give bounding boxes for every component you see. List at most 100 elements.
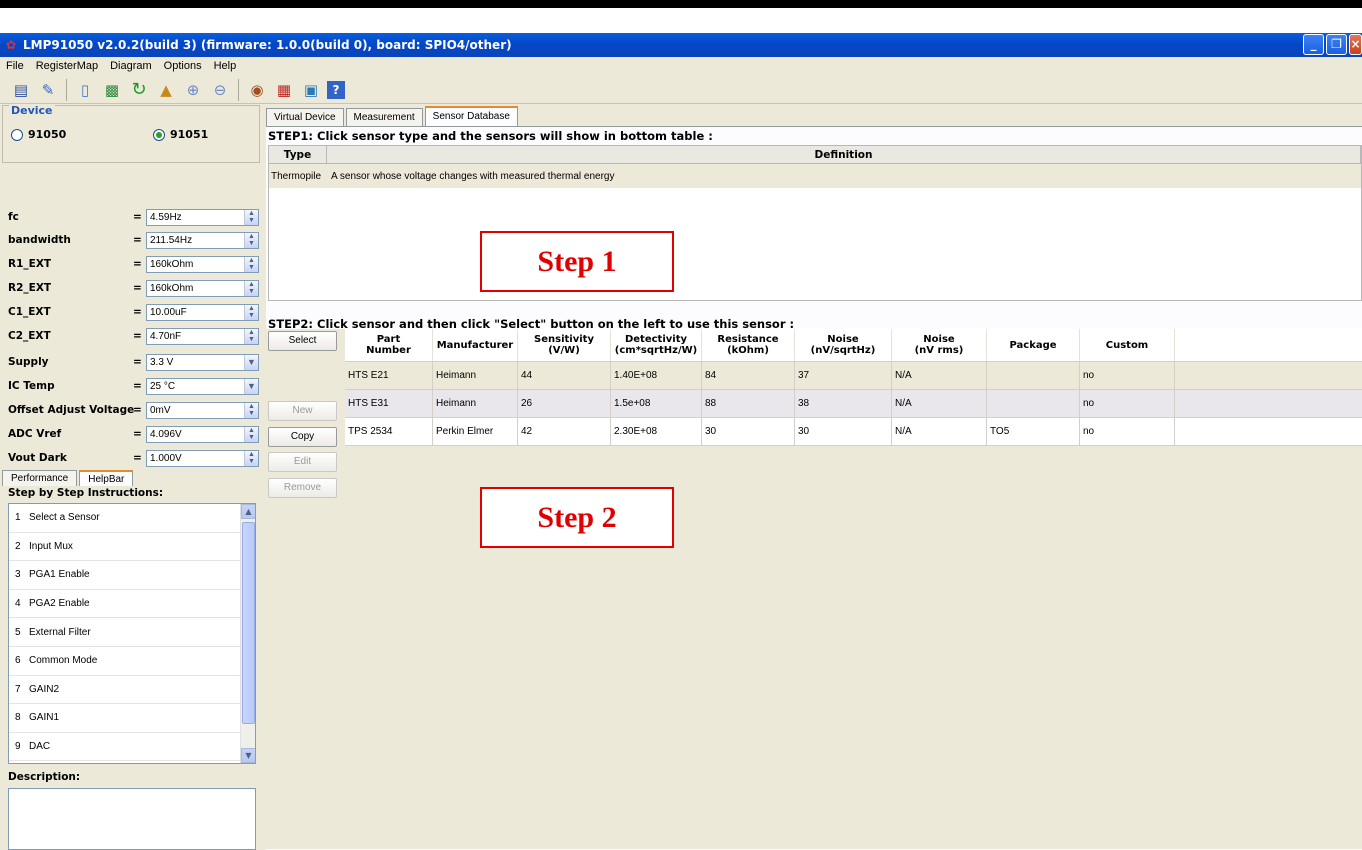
menu-options[interactable]: Options xyxy=(164,60,202,72)
col-noise-rms[interactable]: Noise (nV rms) xyxy=(892,329,987,361)
table-row[interactable]: HTS E31 Heimann 26 1.5e+08 88 38 N/A no xyxy=(345,390,1362,418)
item-number: 6 xyxy=(15,655,21,667)
zoom-out-icon[interactable]: ⊖ xyxy=(209,79,231,101)
param-row-r1-ext: R1_EXT = 160kOhm ▲ ▼ xyxy=(8,253,259,275)
param-field[interactable]: 211.54Hz ▲ ▼ xyxy=(146,231,259,249)
refresh-icon[interactable]: ↻ xyxy=(128,79,150,101)
tab-measurement[interactable]: Measurement xyxy=(345,108,423,126)
restore-icon[interactable]: ❐ xyxy=(1326,34,1347,55)
col-definition[interactable]: Definition xyxy=(327,146,1361,163)
param-value: 211.54Hz xyxy=(150,234,193,246)
chevron-down-icon[interactable]: ▼ xyxy=(244,378,258,394)
list-item[interactable]: 8 GAIN1 xyxy=(9,704,255,733)
list-item[interactable]: 7 GAIN2 xyxy=(9,676,255,705)
scroll-down-icon[interactable]: ▼ xyxy=(241,748,255,763)
table-cell: 84 xyxy=(702,362,795,389)
spinner-icon[interactable]: ▲ ▼ xyxy=(244,304,258,320)
list-item[interactable]: 5 External Filter xyxy=(9,618,255,647)
radio-91051[interactable]: 91051 xyxy=(153,128,208,141)
new-button[interactable]: New xyxy=(268,401,337,421)
list-item[interactable]: 9 DAC xyxy=(9,733,255,762)
param-field[interactable]: 160kOhm ▲ ▼ xyxy=(146,255,259,273)
param-row-supply: Supply = 3.3 V ▼ xyxy=(8,351,259,373)
spinner-icon[interactable]: ▲ ▼ xyxy=(244,280,258,296)
col-part-number[interactable]: Part Number xyxy=(345,329,433,361)
param-field[interactable]: 160kOhm ▲ ▼ xyxy=(146,279,259,297)
list-item[interactable]: 3 PGA1 Enable xyxy=(9,561,255,590)
param-field[interactable]: 1.000V ▲ ▼ xyxy=(146,449,259,467)
open-icon[interactable]: ▯ xyxy=(74,79,96,101)
param-field[interactable]: 3.3 V ▼ xyxy=(146,353,259,371)
col-noise-density[interactable]: Noise (nV/sqrtHz) xyxy=(795,329,892,361)
table-row[interactable]: TPS 2534 Perkin Elmer 42 2.30E+08 30 30 N/A TO5… xyxy=(345,418,1362,446)
menu-file[interactable]: File xyxy=(6,60,24,72)
col-detectivity[interactable]: Detectivity (cm*sqrtHz/W) xyxy=(611,329,702,361)
menu-help[interactable]: Help xyxy=(214,60,237,72)
tab-sensor-database[interactable]: Sensor Database xyxy=(424,106,518,126)
col-sensitivity[interactable]: Sensitivity (V/W) xyxy=(518,329,611,361)
minimize-icon[interactable]: _ xyxy=(1303,34,1324,55)
menu-diagram[interactable]: Diagram xyxy=(110,60,152,72)
help-icon[interactable]: ? xyxy=(327,80,345,99)
spinner-icon[interactable]: ▲ ▼ xyxy=(244,232,258,248)
tab-virtual-device[interactable]: Virtual Device xyxy=(266,108,344,126)
export-csv-icon[interactable]: ▩ xyxy=(101,79,123,101)
spinner-icon[interactable]: ▲ ▼ xyxy=(244,450,258,466)
param-field[interactable]: 4.096V ▲ ▼ xyxy=(146,425,259,443)
copy-button[interactable]: Copy xyxy=(268,427,337,447)
select-button[interactable]: Select xyxy=(268,331,337,351)
pdf-icon[interactable]: ▦ xyxy=(273,79,295,101)
table-cell: Heimann xyxy=(433,362,518,389)
close-icon[interactable]: × xyxy=(1349,34,1362,55)
col-package[interactable]: Package xyxy=(987,329,1080,361)
col-manufacturer[interactable]: Manufacturer xyxy=(433,329,518,361)
app-window: ✿ LMP91050 v2.0.2(build 3) (firmware: 1.… xyxy=(0,33,1362,850)
item-label: External Filter xyxy=(29,626,91,638)
list-item[interactable]: 2 Input Mux xyxy=(9,533,255,562)
equals-sign: = xyxy=(133,452,142,464)
film-icon[interactable]: ◉ xyxy=(246,79,268,101)
spinner-icon[interactable]: ▲ ▼ xyxy=(244,328,258,344)
tab-performance[interactable]: Performance xyxy=(2,470,78,486)
menu-registermap[interactable]: RegisterMap xyxy=(36,60,98,72)
step1-callout: Step 1 xyxy=(480,231,674,292)
zoom-in-icon[interactable]: ⊕ xyxy=(182,79,204,101)
list-item[interactable]: 1 Select a Sensor xyxy=(9,504,255,533)
table-cell: no xyxy=(1080,390,1175,417)
table-row[interactable]: HTS E21 Heimann 44 1.40E+08 84 37 N/A no xyxy=(345,362,1362,390)
equals-sign: = xyxy=(133,211,142,223)
radio-91050[interactable]: 91050 xyxy=(11,128,66,141)
param-field[interactable]: 4.70nF ▲ ▼ xyxy=(146,327,259,345)
col-custom[interactable]: Custom xyxy=(1080,329,1175,361)
instructions-scrollbar[interactable]: ▲ ▼ xyxy=(240,504,255,763)
scroll-up-icon[interactable]: ▲ xyxy=(241,504,255,519)
edit-icon[interactable]: ✎ xyxy=(37,79,59,101)
save-icon[interactable]: ▤ xyxy=(10,79,32,101)
tab-helpbar[interactable]: HelpBar xyxy=(79,470,134,486)
col-type[interactable]: Type xyxy=(269,146,327,163)
param-label: ADC Vref xyxy=(8,428,62,440)
spinner-icon[interactable]: ▲ ▼ xyxy=(244,426,258,442)
chevron-down-icon[interactable]: ▼ xyxy=(244,354,258,370)
spinner-icon[interactable]: ▲ ▼ xyxy=(244,256,258,272)
param-label: C2_EXT xyxy=(8,330,51,342)
list-item[interactable]: 4 PGA2 Enable xyxy=(9,590,255,619)
upload-icon[interactable]: ▲ xyxy=(155,79,177,101)
col-resistance[interactable]: Resistance (kOhm) xyxy=(702,329,795,361)
param-field[interactable]: 0mV ▲ ▼ xyxy=(146,401,259,419)
param-value: 3.3 V xyxy=(150,356,174,368)
spinner-icon[interactable]: ▲ ▼ xyxy=(244,402,258,418)
spinner-icon[interactable]: ▲ ▼ xyxy=(244,209,258,225)
param-field[interactable]: 10.00uF ▲ ▼ xyxy=(146,303,259,321)
scroll-thumb[interactable] xyxy=(242,522,255,724)
edit-button[interactable]: Edit xyxy=(268,452,337,472)
table-row[interactable]: Thermopile A sensor whose voltage change… xyxy=(269,164,1361,188)
param-field[interactable]: 4.59Hz ▲ ▼ xyxy=(146,208,259,226)
list-item[interactable]: 6 Common Mode xyxy=(9,647,255,676)
item-label: GAIN2 xyxy=(29,683,60,695)
param-row-c1-ext: C1_EXT = 10.00uF ▲ ▼ xyxy=(8,301,259,323)
param-field[interactable]: 25 °C ▼ xyxy=(146,377,259,395)
table-cell: HTS E21 xyxy=(345,362,433,389)
remove-button[interactable]: Remove xyxy=(268,478,337,498)
image-icon[interactable]: ▣ xyxy=(300,79,322,101)
